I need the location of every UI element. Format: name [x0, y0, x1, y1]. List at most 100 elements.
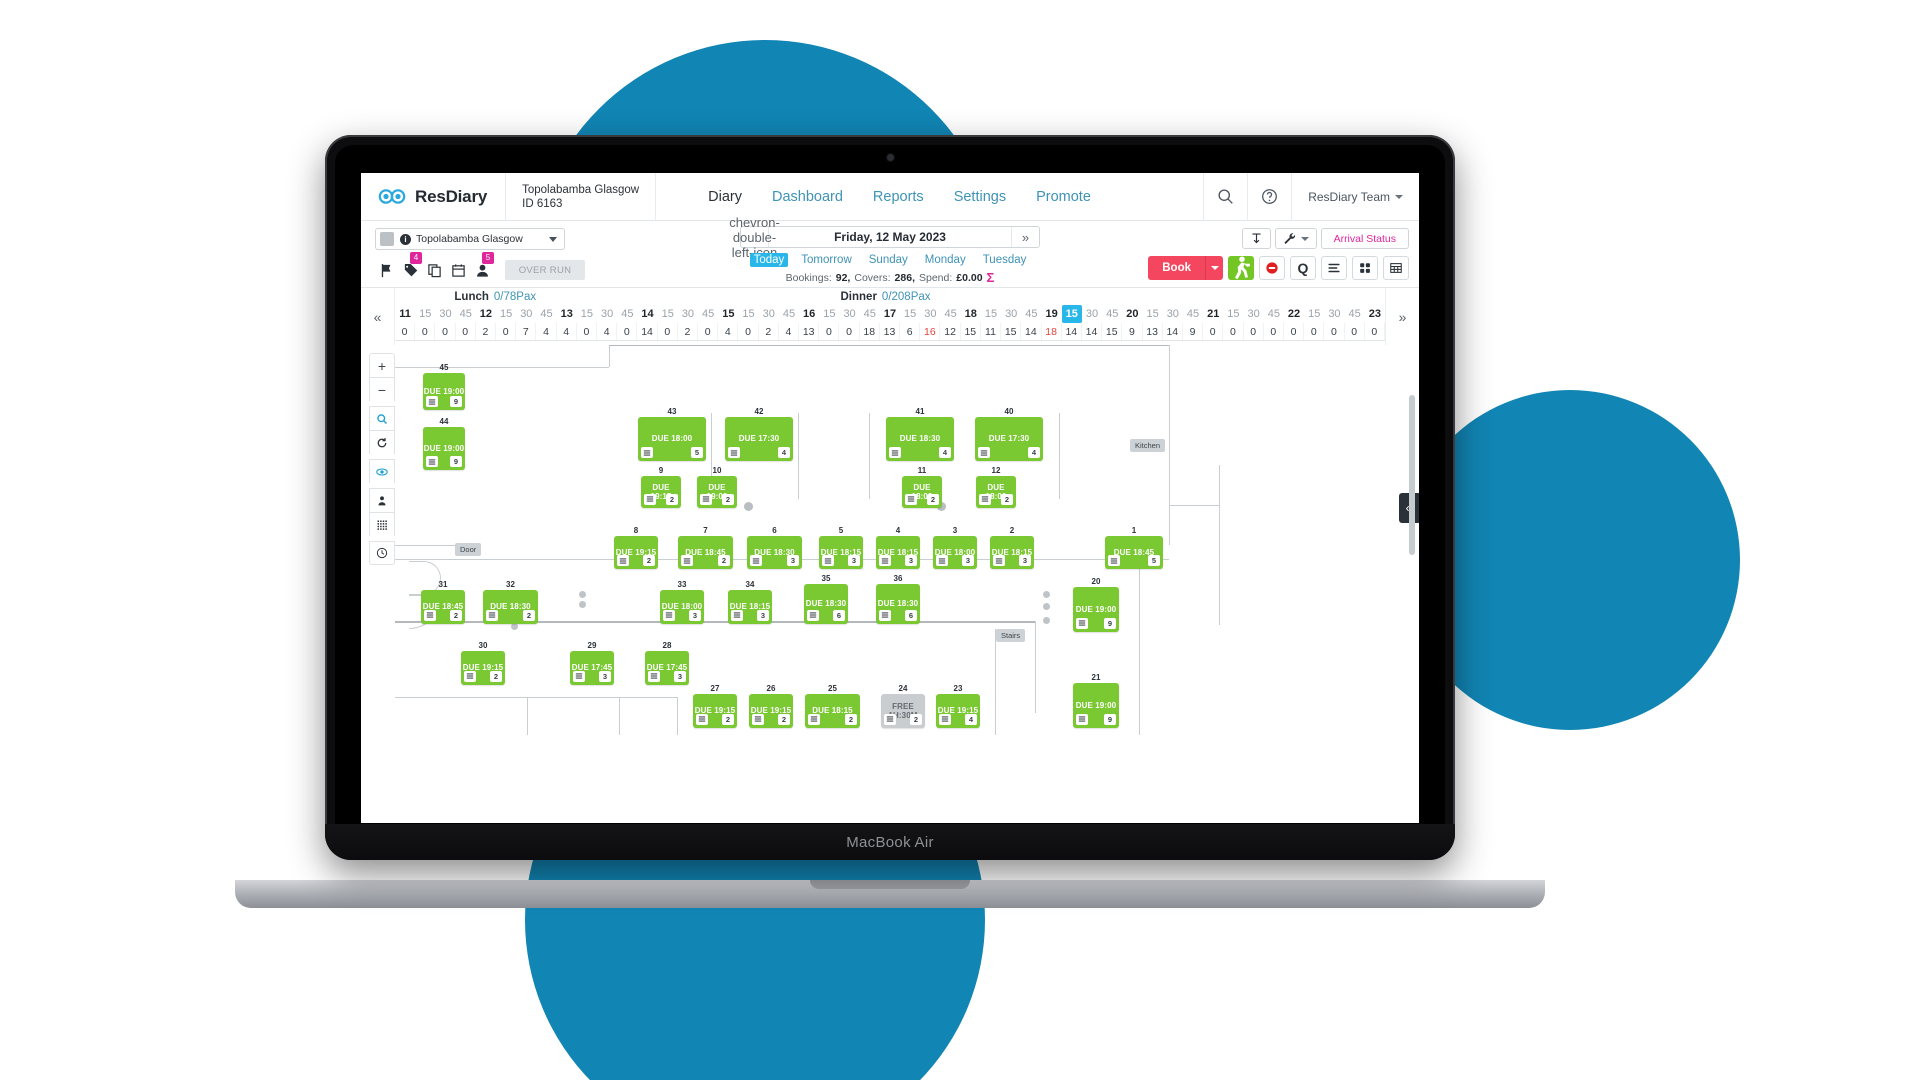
ruler-tick[interactable]: 17 — [880, 305, 900, 323]
table-menu-icon[interactable] — [807, 609, 819, 621]
ruler-tick[interactable]: 30 — [597, 305, 617, 323]
floor-plan-canvas[interactable]: 45 DUE 19:00 9 44 DUE 19:00 9 43 DUE 18:00 5 42 DU… — [395, 345, 1419, 735]
sigma-icon[interactable]: Σ — [987, 270, 995, 285]
table-menu-icon[interactable] — [889, 447, 901, 459]
table-card-booked[interactable]: DUE 18:45 5 — [1105, 535, 1163, 570]
table-menu-icon[interactable] — [426, 396, 438, 408]
table-menu-icon[interactable] — [681, 555, 693, 567]
table-menu-icon[interactable] — [1076, 713, 1088, 725]
table-card-booked[interactable]: DUE 19:00 9 — [423, 427, 465, 471]
ruler-tick[interactable]: 30 — [920, 305, 940, 323]
table-view-icon[interactable] — [1383, 256, 1409, 280]
table-unit[interactable]: 30 DUE 19:15 2 — [461, 641, 505, 685]
table-unit[interactable]: 10 DUE 19:00 2 — [697, 466, 737, 508]
table-menu-icon[interactable] — [663, 609, 675, 621]
table-card-booked[interactable]: DUE 18:00 2 — [976, 475, 1016, 508]
table-card-booked[interactable]: DUE 18:30 4 — [886, 416, 954, 462]
table-card-booked[interactable]: DUE 18:15 3 — [990, 535, 1034, 570]
table-unit[interactable]: 40 DUE 17:30 4 — [975, 407, 1043, 462]
ruler-tick[interactable]: 15 — [415, 305, 435, 323]
table-menu-icon[interactable] — [486, 609, 498, 621]
table-card-booked[interactable]: DUE 18:45 2 — [678, 535, 733, 570]
table-menu-icon[interactable] — [879, 609, 891, 621]
nav-item-dashboard[interactable]: Dashboard — [772, 189, 843, 205]
table-card-free[interactable]: FREE 1H:30M 2 — [881, 694, 925, 728]
calendar-icon[interactable] — [447, 260, 469, 280]
ruler-tick[interactable]: 15 — [658, 305, 678, 323]
wrench-icon[interactable] — [1274, 228, 1317, 249]
table-unit[interactable]: 1 DUE 18:45 5 — [1105, 526, 1163, 570]
ruler-tick[interactable]: 45 — [617, 305, 637, 323]
floor-scrollbar[interactable] — [1409, 395, 1415, 555]
zoom-in-icon[interactable]: + — [369, 353, 395, 377]
ruler-next-button[interactable]: » — [1385, 288, 1419, 345]
table-menu-icon[interactable] — [696, 713, 708, 725]
ruler-tick[interactable]: 30 — [1324, 305, 1344, 323]
table-unit[interactable]: 5 DUE 18:15 3 — [819, 526, 863, 570]
table-unit[interactable]: 21 DUE 19:00 9 — [1073, 673, 1119, 728]
table-card-booked[interactable]: DUE 17:30 4 — [725, 416, 793, 462]
visibility-eye-icon[interactable] — [369, 459, 395, 483]
table-card-booked[interactable]: DUE 18:30 6 — [876, 583, 920, 624]
table-unit[interactable]: 26 DUE 19:15 2 — [749, 684, 793, 728]
next-date-button[interactable]: » — [1011, 227, 1039, 247]
current-date-label[interactable]: Friday, 12 May 2023 — [769, 227, 1011, 247]
table-unit[interactable]: 12 DUE 18:00 2 — [976, 466, 1016, 508]
table-unit[interactable]: 11 DUE 18:00 2 — [902, 466, 942, 508]
table-menu-icon[interactable] — [731, 609, 743, 621]
table-unit[interactable]: 8 DUE 19:15 2 — [614, 526, 658, 570]
list-view-icon[interactable] — [1321, 256, 1347, 280]
search-zoom-icon[interactable] — [369, 406, 395, 430]
seated-person-icon[interactable] — [369, 488, 395, 512]
table-unit[interactable]: 20 DUE 19:00 9 — [1073, 577, 1119, 632]
queue-button[interactable]: Q — [1290, 256, 1316, 280]
grid-toggle-icon[interactable] — [369, 512, 395, 536]
table-menu-icon[interactable] — [644, 493, 656, 505]
table-card-booked[interactable]: DUE 18:15 3 — [728, 590, 772, 624]
search-icon[interactable] — [1203, 173, 1247, 220]
prev-date-button[interactable]: chevron-double-left-icon — [729, 215, 780, 260]
nav-item-diary[interactable]: Diary — [708, 189, 742, 205]
table-card-booked[interactable]: DUE 19:00 9 — [1073, 683, 1119, 728]
ruler-tick[interactable]: 45 — [1021, 305, 1041, 323]
table-card-booked[interactable]: DUE 17:45 3 — [645, 651, 689, 685]
table-unit[interactable]: 7 DUE 18:45 2 — [678, 526, 733, 570]
table-menu-icon[interactable] — [884, 713, 896, 725]
table-unit[interactable]: 42 DUE 17:30 4 — [725, 407, 793, 462]
day-shortcut-today[interactable]: Today — [749, 253, 789, 267]
table-card-booked[interactable]: DUE 19:15 2 — [749, 694, 793, 728]
table-menu-icon[interactable] — [641, 447, 653, 459]
ruler-tick[interactable]: 45 — [456, 305, 476, 323]
ruler-tick[interactable]: 15 — [819, 305, 839, 323]
table-card-booked[interactable]: DUE 19:15 2 — [461, 651, 505, 685]
ruler-tick[interactable]: 45 — [779, 305, 799, 323]
reset-rotate-icon[interactable] — [369, 430, 395, 454]
table-menu-icon[interactable] — [905, 493, 917, 505]
ruler-tick[interactable]: 15 — [496, 305, 516, 323]
ruler-tick[interactable]: 15 — [1223, 305, 1243, 323]
day-shortcut-monday[interactable]: Monday — [921, 253, 970, 267]
ruler-tick[interactable]: 45 — [1264, 305, 1284, 323]
table-card-booked[interactable]: DUE 19:15 2 — [641, 475, 681, 508]
day-shortcut-sunday[interactable]: Sunday — [865, 253, 912, 267]
clock-icon[interactable] — [369, 541, 395, 565]
ruler-tick[interactable]: 45 — [1183, 305, 1203, 323]
ruler-tick[interactable]: 23 — [1365, 305, 1385, 323]
table-menu-icon[interactable] — [993, 555, 1005, 567]
ruler-tick[interactable]: 15 — [981, 305, 1001, 323]
nav-item-promote[interactable]: Promote — [1036, 189, 1091, 205]
table-card-booked[interactable]: DUE 18:15 2 — [805, 694, 860, 728]
ruler-tick[interactable]: 30 — [516, 305, 536, 323]
user-menu[interactable]: ResDiary Team — [1291, 173, 1419, 220]
table-unit[interactable]: 35 DUE 18:30 6 — [804, 574, 848, 624]
vertical-align-icon[interactable] — [1241, 228, 1271, 249]
ruler-tick[interactable]: 30 — [839, 305, 859, 323]
ruler-tick[interactable]: 45 — [940, 305, 960, 323]
venue-select-dropdown[interactable]: i Topolabamba Glasgow — [375, 228, 565, 250]
table-menu-icon[interactable] — [939, 713, 951, 725]
ruler-tick[interactable]: 15 — [1061, 305, 1082, 323]
table-card-booked[interactable]: DUE 18:30 6 — [804, 583, 848, 624]
ruler-tick[interactable]: 16 — [799, 305, 819, 323]
table-unit[interactable]: 43 DUE 18:00 5 — [638, 407, 706, 462]
person-icon[interactable]: 5 — [471, 252, 494, 280]
